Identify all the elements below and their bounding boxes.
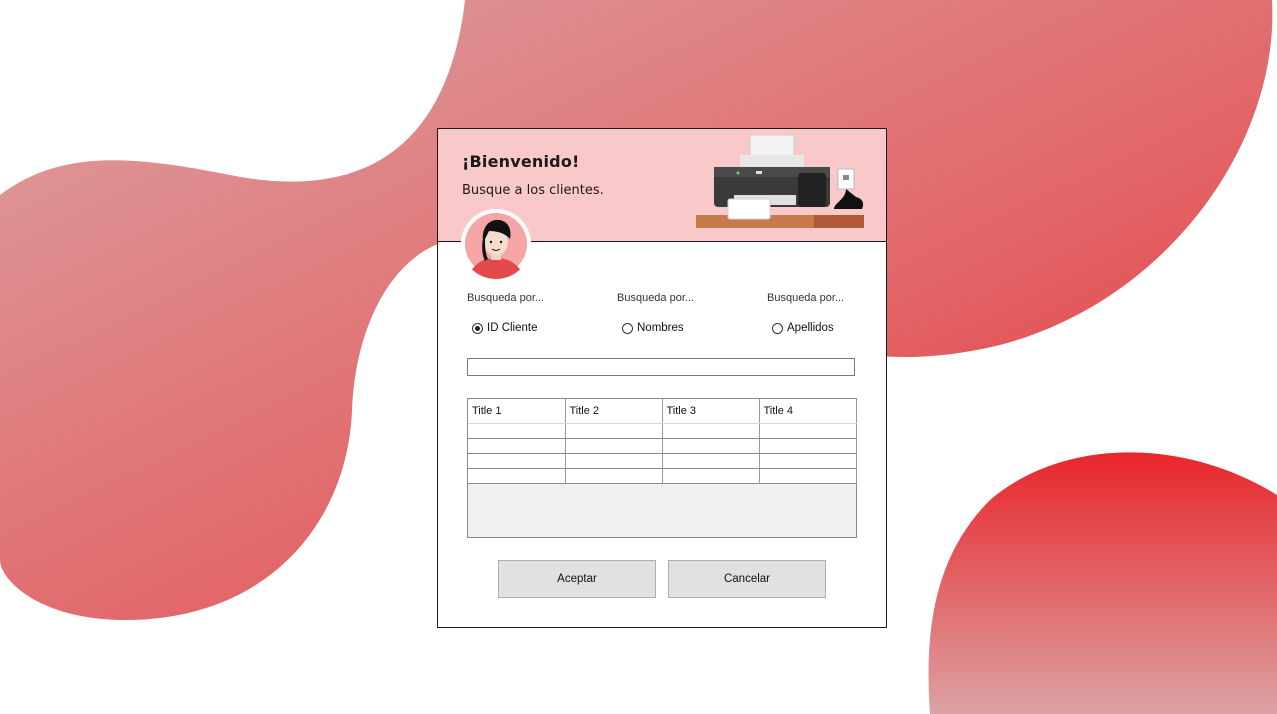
client-search-dialog: ¡Bienvenido! Busque a los clientes. Busq… — [437, 128, 887, 628]
table-row[interactable] — [468, 468, 857, 484]
results-grid[interactable]: Title 1 Title 2 Title 3 Title 4 — [467, 398, 857, 538]
table-row[interactable] — [468, 423, 857, 439]
radio-label: Nombres — [637, 322, 684, 334]
table-row[interactable] — [468, 453, 857, 469]
table-cell[interactable] — [565, 423, 663, 439]
table-header-row: Title 1 Title 2 Title 3 Title 4 — [468, 399, 857, 424]
background-blob-corner — [928, 452, 1277, 714]
radio-apellidos[interactable]: Apellidos — [772, 322, 834, 334]
table-cell[interactable] — [565, 468, 663, 484]
table-cell[interactable] — [662, 423, 760, 439]
table-cell[interactable] — [759, 438, 857, 454]
search-caption-id: Busqueda por... — [467, 292, 545, 304]
radio-label: Apellidos — [787, 322, 834, 334]
table-cell[interactable] — [468, 423, 566, 439]
accept-button[interactable]: Aceptar — [498, 560, 656, 598]
search-input[interactable] — [467, 358, 855, 376]
radio-nombres[interactable]: Nombres — [622, 322, 684, 334]
column-header[interactable]: Title 3 — [662, 399, 760, 424]
table-cell[interactable] — [662, 438, 760, 454]
column-header[interactable]: Title 1 — [468, 399, 566, 424]
radio-indicator[interactable] — [472, 322, 483, 334]
search-caption-surnames: Busqueda por... — [767, 292, 845, 304]
column-header[interactable]: Title 2 — [565, 399, 663, 424]
radio-indicator[interactable] — [772, 322, 783, 334]
table-cell[interactable] — [565, 438, 663, 454]
welcome-title: ¡Bienvenido! — [462, 152, 580, 171]
table-row[interactable] — [468, 438, 857, 454]
table-cell[interactable] — [759, 453, 857, 469]
table-cell[interactable] — [565, 453, 663, 469]
table-cell[interactable] — [468, 468, 566, 484]
radio-label: ID Cliente — [487, 322, 538, 334]
welcome-subtitle: Busque a los clientes. — [462, 183, 604, 198]
cancel-button[interactable]: Cancelar — [668, 560, 826, 598]
table-cell[interactable] — [662, 468, 760, 484]
search-caption-names: Busqueda por... — [617, 292, 695, 304]
radio-id-cliente[interactable]: ID Cliente — [472, 322, 538, 334]
column-header[interactable]: Title 4 — [759, 399, 857, 424]
printer-illustration — [696, 134, 864, 228]
user-avatar — [461, 209, 531, 279]
table-cell[interactable] — [662, 453, 760, 469]
results-table[interactable]: Title 1 Title 2 Title 3 Title 4 — [468, 399, 857, 484]
table-cell[interactable] — [759, 423, 857, 439]
radio-indicator[interactable] — [622, 322, 633, 334]
table-cell[interactable] — [468, 438, 566, 454]
table-cell[interactable] — [468, 453, 566, 469]
table-cell[interactable] — [759, 468, 857, 484]
